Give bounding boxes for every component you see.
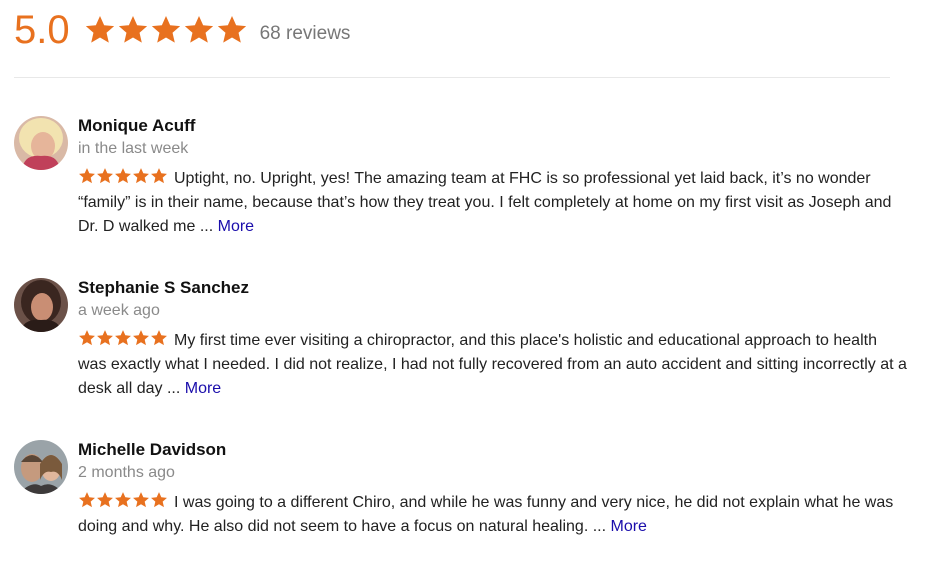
star-icon [217,16,246,43]
star-icon [151,168,167,184]
more-link[interactable]: More [185,380,221,397]
review-stars [78,329,168,347]
reviewer-name[interactable]: Monique Acuff [78,116,908,136]
review-text: I was going to a different Chiro, and wh… [78,491,908,539]
star-icon [151,16,180,43]
star-icon [97,492,113,508]
review-text: Uptight, no. Upright, yes! The amazing t… [78,167,908,239]
review-text: My first time ever visiting a chiropract… [78,329,908,401]
divider [14,77,890,78]
review-stars [78,491,168,509]
rating-summary: 5.0 68 reviews [14,4,350,56]
avatar [14,278,68,332]
rating-score: 5.0 [14,8,70,52]
star-icon [79,492,95,508]
star-icon [115,492,131,508]
star-icon [133,330,149,346]
star-icon [115,168,131,184]
more-link[interactable]: More [218,218,254,235]
star-icon [85,16,114,43]
star-icon [151,492,167,508]
review-time: a week ago [78,302,160,319]
star-icon [133,168,149,184]
review-stars [78,167,168,185]
star-icon [115,330,131,346]
star-icon [184,16,213,43]
star-icon [133,492,149,508]
review-text-content: I was going to a different Chiro, and wh… [78,494,894,535]
star-icon [79,168,95,184]
avatar [14,116,68,170]
reviews-count: 68 reviews [259,23,351,44]
star-icon [97,330,113,346]
review-time: 2 months ago [78,464,175,481]
avatar [14,440,68,494]
star-icon [79,330,95,346]
star-icon [118,16,147,43]
reviewer-name[interactable]: Stephanie S Sanchez [78,278,908,298]
reviewer-name[interactable]: Michelle Davidson [78,440,908,460]
star-icon [97,168,113,184]
rating-stars [84,14,248,46]
more-link[interactable]: More [611,518,647,535]
review-time: in the last week [78,140,189,157]
review-text-content: Uptight, no. Upright, yes! The amazing t… [78,170,892,235]
star-icon [151,330,167,346]
